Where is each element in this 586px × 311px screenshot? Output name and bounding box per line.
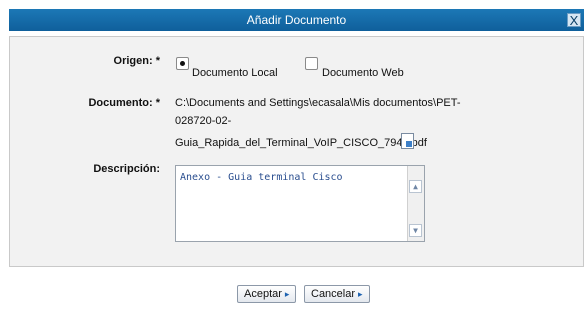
- cancel-arrow-icon: ▸: [358, 289, 363, 299]
- document-file-name: Guia_Rapida_del_Terminal_VoIP_CISCO_7941…: [175, 137, 427, 149]
- scroll-down-icon[interactable]: ▼: [409, 224, 422, 237]
- cancel-button[interactable]: Cancelar ▸: [304, 285, 370, 303]
- documento-label: Documento: *: [88, 97, 160, 109]
- dialog-title: Añadir Documento: [246, 13, 347, 27]
- scroll-up-icon[interactable]: ▲: [409, 180, 422, 193]
- radio-documento-local-label[interactable]: Documento Local: [192, 67, 278, 79]
- accept-arrow-icon: ▸: [284, 289, 290, 299]
- descripcion-label: Descripción:: [93, 163, 160, 175]
- pdf-file-icon[interactable]: [401, 133, 414, 149]
- cancel-button-label: Cancelar: [311, 288, 356, 300]
- close-icon: X: [569, 13, 579, 28]
- radio-documento-web-label[interactable]: Documento Web: [322, 67, 404, 79]
- form-panel: Origen: * Documento Local Documento Web …: [9, 36, 584, 267]
- close-button[interactable]: X: [567, 13, 581, 28]
- textarea-scrollbar[interactable]: ▲ ▼: [407, 166, 424, 241]
- radio-documento-web[interactable]: [305, 57, 318, 70]
- accept-button-label: Aceptar: [244, 288, 282, 300]
- description-text: Anexo - Guia terminal Cisco: [180, 172, 343, 183]
- document-path-line-1: C:\Documents and Settings\ecasala\Mis do…: [175, 97, 461, 109]
- add-document-dialog: Añadir Documento X Origen: * Documento L…: [9, 0, 584, 311]
- description-textarea[interactable]: Anexo - Guia terminal Cisco ▲ ▼: [175, 165, 425, 242]
- radio-selected-dot: [180, 61, 185, 66]
- dialog-titlebar: Añadir Documento X: [9, 9, 584, 31]
- document-path-line-2: 028720-02-: [175, 115, 232, 127]
- radio-documento-local[interactable]: [176, 57, 189, 70]
- accept-button[interactable]: Aceptar ▸: [237, 285, 297, 303]
- origen-label: Origen: *: [113, 55, 160, 67]
